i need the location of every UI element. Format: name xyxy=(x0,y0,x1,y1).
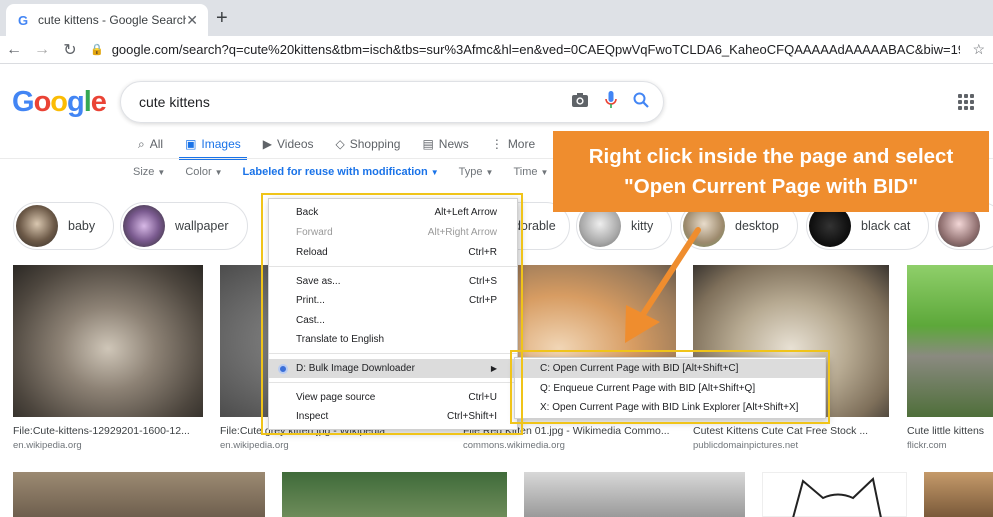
chevron-down-icon: ▼ xyxy=(157,168,166,177)
callout-line-2: "Open Current Page with BID" xyxy=(624,174,918,198)
filter-size[interactable]: Size ▼ xyxy=(133,166,165,178)
forward-arrow-icon[interactable]: → xyxy=(28,41,56,59)
tab-shopping[interactable]: ◇ Shopping xyxy=(336,130,401,158)
microphone-icon[interactable] xyxy=(605,90,617,114)
google-logo[interactable]: Google xyxy=(12,86,107,119)
chip-baby[interactable]: baby xyxy=(13,202,115,250)
search-icon: ⌕ xyxy=(138,136,145,151)
result-image[interactable] xyxy=(282,472,507,517)
image-icon: ▣ xyxy=(185,137,197,151)
result-image[interactable] xyxy=(762,472,907,517)
highlight-frame-submenu xyxy=(510,350,830,424)
result-image[interactable] xyxy=(524,472,745,517)
callout-line-1: Right click inside the page and select xyxy=(588,144,954,168)
search-tabs: ⌕ All ▣ Images ▶ Videos ◇ Shopping ▤ News ⋮ Mo… xyxy=(138,130,557,160)
result-caption[interactable]: File:Cute-kittens-12929201-1600-12... xyxy=(13,425,203,437)
filter-type[interactable]: Type ▼ xyxy=(459,166,494,178)
result-source: publicdomainpictures.net xyxy=(693,440,799,451)
result-source: flickr.com xyxy=(907,440,947,451)
filter-time[interactable]: Time ▼ xyxy=(513,166,548,178)
result-image[interactable] xyxy=(13,265,203,417)
result-source: commons.wikimedia.org xyxy=(463,440,565,451)
apps-grid-icon[interactable] xyxy=(958,94,974,110)
more-dots-icon: ⋮ xyxy=(490,137,503,151)
result-source: en.wikipedia.org xyxy=(220,440,289,451)
search-icon[interactable] xyxy=(633,92,649,113)
reload-icon[interactable]: ↻ xyxy=(56,40,84,60)
chip-thumbnail xyxy=(123,205,165,247)
url-text: google.com/search?q=cute%20kittens&tbm=i… xyxy=(111,42,960,57)
result-image[interactable] xyxy=(907,265,993,417)
result-image[interactable] xyxy=(13,472,265,517)
search-input[interactable] xyxy=(139,94,555,110)
result-source: en.wikipedia.org xyxy=(13,440,82,451)
chevron-down-icon: ▼ xyxy=(214,168,223,177)
back-arrow-icon[interactable]: ← xyxy=(0,41,28,59)
tag-icon: ◇ xyxy=(335,137,345,151)
browser-tab[interactable]: G cute kittens - Google Search ✕ xyxy=(6,4,208,36)
tab-images[interactable]: ▣ Images xyxy=(179,130,247,160)
google-favicon-icon: G xyxy=(17,12,29,28)
bookmark-star-icon[interactable]: ☆ xyxy=(972,41,985,58)
tab-videos[interactable]: ▶ Videos xyxy=(263,130,314,158)
result-caption[interactable]: Cute little kittens xyxy=(907,425,993,437)
result-card[interactable]: File:Cute-kittens-12929201-1600-12... en… xyxy=(13,265,203,451)
filter-usage-rights[interactable]: Labeled for reuse with modification ▼ xyxy=(243,166,439,178)
lock-icon: 🔒 xyxy=(90,44,104,56)
tab-news[interactable]: ▤ News xyxy=(422,130,468,158)
result-image[interactable] xyxy=(924,472,993,517)
browser-tabstrip: G cute kittens - Google Search ✕ + xyxy=(0,0,993,36)
chip-wallpaper[interactable]: wallpaper xyxy=(120,202,248,250)
newspaper-icon: ▤ xyxy=(422,137,434,151)
chevron-down-icon: ▼ xyxy=(485,168,494,177)
filter-color[interactable]: Color ▼ xyxy=(185,166,222,178)
result-caption[interactable]: Cutest Kittens Cute Cat Free Stock ... xyxy=(693,425,889,437)
result-card[interactable]: Cute little kittens flickr.com xyxy=(907,265,993,451)
chevron-down-icon: ▼ xyxy=(540,168,549,177)
highlight-frame-menu xyxy=(261,193,523,435)
chip-thumbnail xyxy=(16,205,58,247)
close-icon[interactable]: ✕ xyxy=(186,12,198,29)
tab-title: cute kittens - Google Search xyxy=(38,13,187,27)
browser-toolbar: ← → ↻ 🔒 google.com/search?q=cute%20kitte… xyxy=(0,36,993,64)
new-tab-icon[interactable]: + xyxy=(216,8,228,28)
camera-icon[interactable] xyxy=(571,92,589,113)
search-box xyxy=(120,81,664,123)
tab-all[interactable]: ⌕ All xyxy=(138,130,163,158)
play-icon: ▶ xyxy=(262,137,273,151)
filter-bar: Size ▼ Color ▼ Labeled for reuse with modi… xyxy=(133,162,568,182)
tab-more[interactable]: ⋮ More xyxy=(491,130,535,158)
chevron-down-icon: ▼ xyxy=(430,168,439,177)
instruction-callout: Right click inside the page and select "… xyxy=(553,131,989,212)
address-bar[interactable]: 🔒 google.com/search?q=cute%20kittens&tbm… xyxy=(90,42,960,57)
